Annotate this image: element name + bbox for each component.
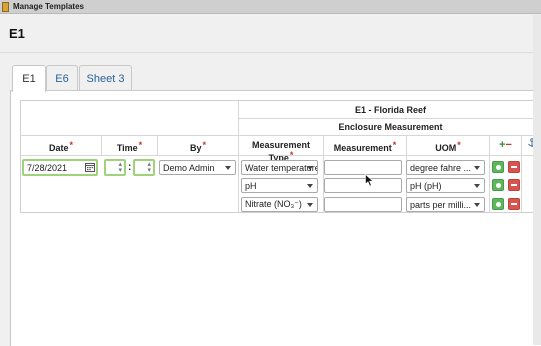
required-asterisk: *: [457, 140, 461, 150]
add-row-button[interactable]: [492, 179, 504, 191]
tab-e1[interactable]: E1: [12, 65, 46, 92]
spinner-icon[interactable]: ▴ ▾: [147, 161, 151, 174]
window-title: Manage Templates: [13, 2, 84, 11]
add-row-button[interactable]: [492, 161, 504, 173]
group-title: E1 - Florida Reef: [354, 105, 426, 115]
column-label: Time: [116, 143, 138, 153]
uom-select[interactable]: degree fahre ...: [406, 160, 485, 175]
measurement-type-value: Nitrate (NO₃⁻): [245, 199, 302, 209]
add-remove-header: +−: [490, 139, 521, 151]
tab-sheet-3[interactable]: Sheet 3: [79, 65, 132, 91]
window-titlebar: Manage Templates: [0, 0, 541, 14]
required-asterisk: *: [138, 140, 143, 150]
mouse-cursor-icon: [365, 173, 374, 190]
time-separator: :: [128, 162, 132, 173]
required-asterisk: *: [289, 150, 294, 160]
column-label: Date: [48, 143, 69, 153]
remove-row-button[interactable]: [508, 198, 520, 210]
header-divider: [0, 52, 541, 53]
app-icon: [2, 1, 9, 12]
by-value: Demo Admin: [163, 162, 215, 173]
required-asterisk: *: [69, 140, 74, 150]
add-icon: [495, 182, 501, 188]
uom-value: degree fahre ...: [410, 162, 472, 173]
measurement-input[interactable]: [324, 197, 402, 212]
grid-line: [21, 135, 541, 136]
grid-line: [238, 118, 541, 119]
column-header-by: By*: [158, 140, 238, 153]
measurement-type-select[interactable]: Water temperature: [241, 160, 318, 175]
remove-icon: [511, 166, 517, 168]
column-label: By: [189, 143, 202, 153]
uom-select[interactable]: pH (pH): [406, 178, 485, 193]
subgroup-title: Enclosure Measurement: [338, 122, 443, 132]
measurement-input[interactable]: [324, 160, 402, 175]
add-icon: [495, 201, 501, 207]
column-header-time: Time*: [102, 140, 157, 153]
column-header-measurement: Measurement*: [324, 140, 406, 153]
measurement-type-value: pH: [245, 180, 257, 191]
measurement-type-select[interactable]: Nitrate (NO₃⁻): [241, 197, 318, 212]
required-asterisk: *: [202, 140, 207, 150]
tab-label: Sheet 3: [86, 72, 125, 85]
column-label: Measurement: [333, 143, 392, 153]
vertical-scrollbar[interactable]: [533, 15, 541, 345]
date-value: 7/28/2021: [27, 162, 68, 173]
tab-e6[interactable]: E6: [46, 65, 78, 91]
uom-value: pH (pH): [410, 180, 442, 191]
add-icon: [495, 164, 501, 170]
measurement-input[interactable]: [324, 178, 402, 193]
page-title: E1: [9, 26, 25, 41]
required-asterisk: *: [392, 140, 397, 150]
remove-icon: [511, 184, 517, 186]
add-row-button[interactable]: [492, 198, 504, 210]
time-minutes-field[interactable]: ▴ ▾: [133, 159, 155, 176]
tab-label: E1: [22, 73, 36, 85]
by-select[interactable]: Demo Admin: [159, 160, 236, 175]
spinner-icon[interactable]: ▴ ▾: [118, 161, 122, 174]
time-hours-field[interactable]: ▴ ▾: [104, 159, 126, 176]
measurement-type-value: Water temperature: [245, 162, 318, 173]
minus-icon: −: [505, 139, 512, 151]
uom-value: parts per milli...: [410, 199, 472, 210]
remove-icon: [511, 203, 517, 205]
measurement-type-select[interactable]: pH: [241, 178, 318, 193]
column-header-uom: UOM*: [407, 140, 489, 153]
column-header-date: Date*: [21, 140, 101, 153]
tab-label: E6: [55, 72, 69, 85]
uom-select[interactable]: parts per milli...: [406, 197, 485, 212]
remove-row-button[interactable]: [508, 179, 520, 191]
calendar-icon[interactable]: [85, 162, 95, 172]
column-label: UOM: [435, 143, 457, 153]
remove-row-button[interactable]: [508, 161, 520, 173]
